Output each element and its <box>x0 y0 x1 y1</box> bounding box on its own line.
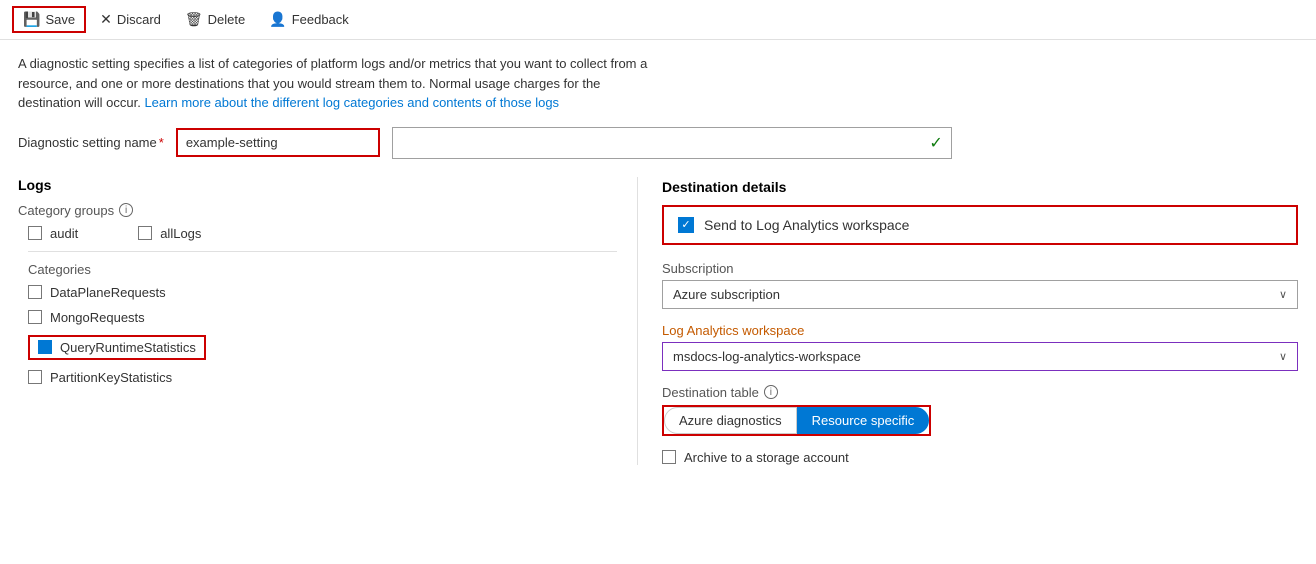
subscription-label: Subscription <box>662 261 1298 276</box>
categories-divider <box>28 251 617 252</box>
subscription-chevron-icon: ∨ <box>1279 288 1287 301</box>
category-groups-info-icon[interactable]: i <box>119 203 133 217</box>
dest-table-toggle-highlighted: Azure diagnostics Resource specific <box>662 405 931 436</box>
queryruntimestatistics-highlighted-row: QueryRuntimeStatistics <box>28 335 206 360</box>
workspace-dropdown[interactable]: msdocs-log-analytics-workspace ∨ <box>662 342 1298 371</box>
azure-diagnostics-btn[interactable]: Azure diagnostics <box>664 407 797 434</box>
save-button[interactable]: 💾 Save <box>12 6 86 33</box>
dataplanerequests-row: DataPlaneRequests <box>18 285 617 300</box>
categories-label: Categories <box>18 262 617 277</box>
destination-section: Destination details Send to Log Analytic… <box>638 179 1298 465</box>
dest-table-label: Destination table i <box>662 385 1298 400</box>
dest-table-pill-group: Azure diagnostics Resource specific <box>664 407 929 434</box>
audit-checkbox-row: audit <box>28 226 78 241</box>
subscription-field-group: Subscription Azure subscription ∨ <box>662 261 1298 309</box>
partitionkeystatistics-row: PartitionKeyStatistics <box>18 370 617 385</box>
diagnostic-setting-name-row: Diagnostic setting name* ✓ <box>18 127 1298 159</box>
send-to-workspace-checkbox[interactable] <box>678 217 694 233</box>
mongorequests-row: MongoRequests <box>18 310 617 325</box>
allLogs-checkbox-row: allLogs <box>138 226 201 241</box>
destination-section-title: Destination details <box>662 179 1298 195</box>
archive-checkbox[interactable] <box>662 450 676 464</box>
resource-specific-btn[interactable]: Resource specific <box>797 407 930 434</box>
allLogs-label: allLogs <box>160 226 201 241</box>
mongorequests-checkbox[interactable] <box>28 310 42 324</box>
dataplanerequests-checkbox[interactable] <box>28 285 42 299</box>
discard-icon: ✕ <box>100 11 112 28</box>
page-content: A diagnostic setting specifies a list of… <box>0 40 1316 479</box>
delete-label: Delete <box>208 12 246 27</box>
partitionkeystatistics-checkbox[interactable] <box>28 370 42 384</box>
subscription-dropdown[interactable]: Azure subscription ∨ <box>662 280 1298 309</box>
workspace-label: Log Analytics workspace <box>662 323 1298 338</box>
audit-checkbox[interactable] <box>28 226 42 240</box>
destination-table-field-group: Destination table i Azure diagnostics Re… <box>662 385 1298 436</box>
delete-button[interactable]: 🗑 Delete <box>175 7 255 32</box>
description-text: A diagnostic setting specifies a list of… <box>18 54 658 113</box>
workspace-chevron-icon: ∨ <box>1279 350 1287 363</box>
audit-label: audit <box>50 226 78 241</box>
discard-button[interactable]: ✕ Discard <box>90 7 171 32</box>
workspace-value: msdocs-log-analytics-workspace <box>673 349 861 364</box>
feedback-button[interactable]: 👤 Feedback <box>259 7 359 32</box>
diag-name-input[interactable] <box>178 130 378 155</box>
diag-name-field-outer: ✓ <box>392 127 952 159</box>
delete-icon: 🗑 <box>185 11 203 28</box>
mongorequests-label: MongoRequests <box>50 310 145 325</box>
feedback-icon: 👤 <box>269 11 286 28</box>
diag-name-label: Diagnostic setting name* <box>18 135 164 150</box>
archive-label: Archive to a storage account <box>684 450 849 465</box>
toolbar: 💾 Save ✕ Discard 🗑 Delete 👤 Feedback <box>0 0 1316 40</box>
feedback-label: Feedback <box>292 12 349 27</box>
allLogs-checkbox[interactable] <box>138 226 152 240</box>
discard-label: Discard <box>117 12 161 27</box>
subscription-value: Azure subscription <box>673 287 780 302</box>
logs-section: Logs Category groups i audit allLogs C <box>18 177 638 465</box>
learn-more-link[interactable]: Learn more about the different log categ… <box>144 95 559 110</box>
main-columns: Logs Category groups i audit allLogs C <box>18 177 1298 465</box>
save-label: Save <box>45 12 75 27</box>
partitionkeystatistics-label: PartitionKeyStatistics <box>50 370 172 385</box>
archive-row: Archive to a storage account <box>662 450 1298 465</box>
queryruntimestatistics-checkbox[interactable] <box>38 340 52 354</box>
send-to-workspace-box: Send to Log Analytics workspace <box>662 205 1298 245</box>
diag-name-input-box-highlighted <box>176 128 380 157</box>
dataplanerequests-label: DataPlaneRequests <box>50 285 166 300</box>
category-groups-label: Category groups i <box>18 203 617 218</box>
check-icon: ✓ <box>929 133 942 153</box>
workspace-field-group: Log Analytics workspace msdocs-log-analy… <box>662 323 1298 371</box>
category-groups-row: audit allLogs <box>18 226 617 241</box>
dest-table-info-icon[interactable]: i <box>764 385 778 399</box>
queryruntimestatistics-label: QueryRuntimeStatistics <box>60 340 196 355</box>
save-icon: 💾 <box>23 11 40 28</box>
send-to-workspace-label: Send to Log Analytics workspace <box>704 217 909 233</box>
logs-section-title: Logs <box>18 177 617 193</box>
